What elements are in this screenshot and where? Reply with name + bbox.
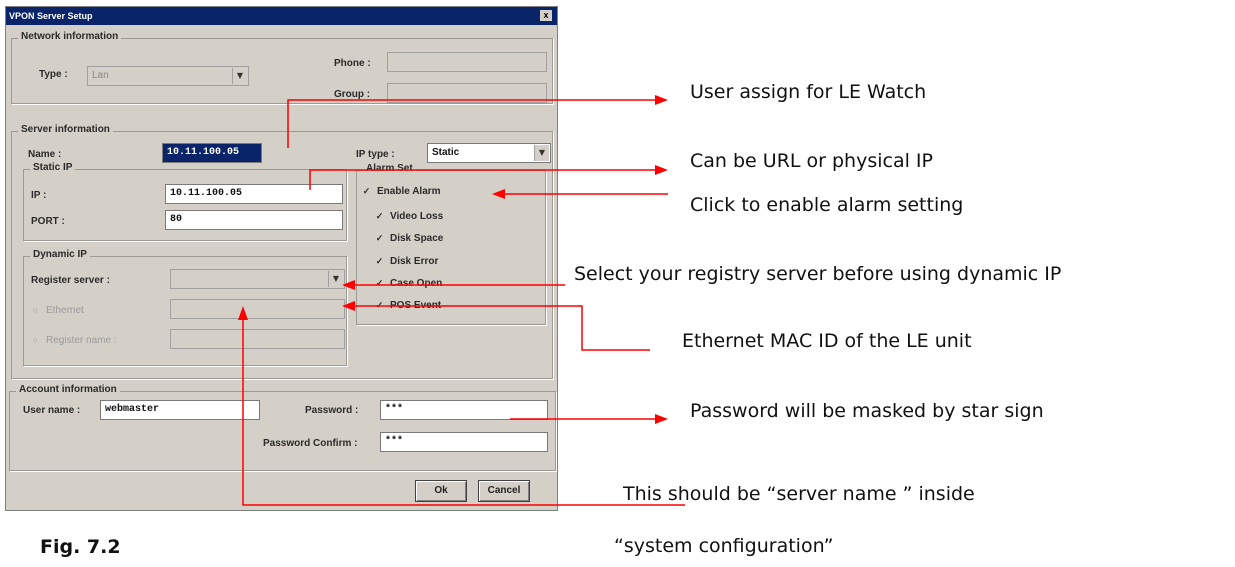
arrowhead-password [655, 414, 668, 424]
annotation-enable-alarm: Click to enable alarm setting [690, 194, 964, 216]
arrow-user-assign [287, 99, 655, 148]
arrowhead-registry-server [342, 280, 355, 290]
arrowhead-user-assign [655, 95, 668, 105]
annotation-url-or-ip: Can be URL or physical IP [690, 150, 933, 172]
arrowhead-url-ip [655, 165, 668, 175]
annotation-registry-server: Select your registry server before using… [574, 263, 1062, 285]
figure-caption: Fig. 7.2 [40, 536, 121, 558]
arrow-url-ip [309, 169, 655, 190]
arrow-mac-id [355, 305, 650, 351]
annotation-server-name-line2: “system configuration” [614, 535, 834, 557]
annotation-mac-id: Ethernet MAC ID of the LE unit [682, 330, 972, 352]
arrowhead-server-name [238, 306, 248, 320]
annotation-server-name-line1: This should be “server name ” inside [623, 483, 975, 505]
annotation-user-assign: User assign for LE Watch [690, 81, 927, 103]
arrowhead-mac-id [342, 301, 355, 311]
arrow-server-name [242, 320, 685, 506]
annotation-password-masked: Password will be masked by star sign [690, 400, 1044, 422]
arrowhead-enable-alarm [492, 189, 505, 199]
